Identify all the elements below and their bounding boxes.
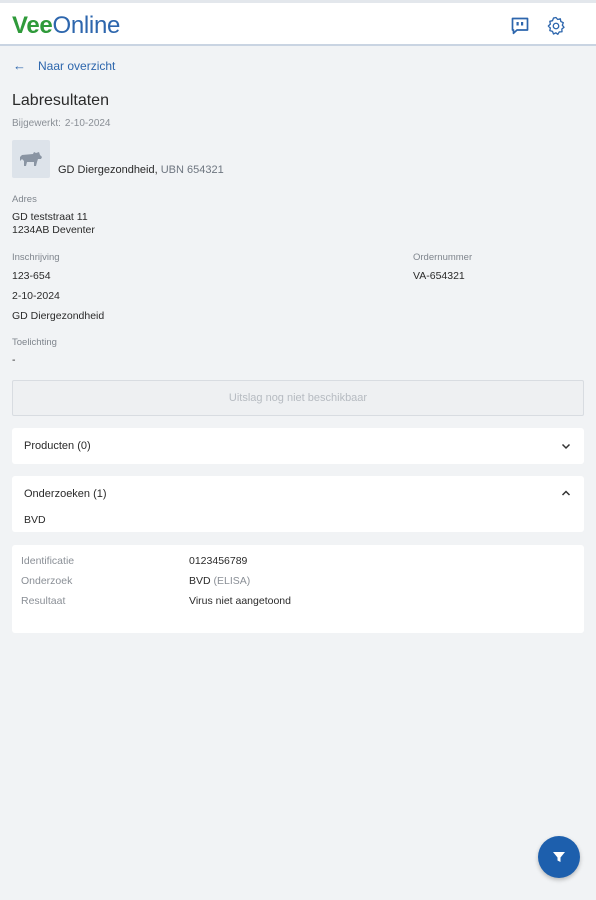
app-logo[interactable]: VeeOnline <box>12 12 120 40</box>
registration-organization: GD Diergezondheid <box>12 310 105 322</box>
studies-panel[interactable]: Onderzoeken (1) BVD <box>12 476 584 532</box>
order-label: Ordernummer <box>413 252 473 263</box>
logo-online: Online <box>52 12 121 39</box>
back-link[interactable]: ← Naar overzicht <box>13 58 115 73</box>
lab-name: GD Diergezondheid, UBN 654321 <box>58 164 224 176</box>
study-name: BVD <box>189 575 211 587</box>
filter-icon <box>553 852 565 862</box>
top-bar: VeeOnline <box>0 0 596 46</box>
products-header: Producten (0) <box>24 440 91 452</box>
lab-ubn: UBN 654321 <box>160 164 224 176</box>
cow-icon <box>12 140 50 178</box>
identification-label: Identificatie <box>21 555 75 567</box>
order-value: VA-654321 <box>413 270 465 282</box>
registration-label: Inschrijving <box>12 252 60 263</box>
study-label: Onderzoek <box>21 575 73 587</box>
chevron-up-icon <box>561 490 571 496</box>
arrow-left-icon: ← <box>13 58 26 73</box>
studies-header: Onderzoeken (1) <box>24 488 107 500</box>
registration-date: 2-10-2024 <box>12 290 60 302</box>
address-line1: GD teststraat 11 <box>12 211 88 223</box>
registration-number: 123-654 <box>12 270 51 282</box>
result-label: Resultaat <box>21 595 66 607</box>
result-unavailable-button[interactable]: Uitslag nog niet beschikbaar <box>12 380 584 416</box>
identification-value: 0123456789 <box>189 555 248 567</box>
notes-value: - <box>12 354 16 366</box>
products-panel[interactable]: Producten (0) <box>12 428 584 464</box>
gear-icon[interactable] <box>545 15 567 37</box>
result-value: Virus niet aangetoond <box>189 595 291 607</box>
filter-button[interactable] <box>538 836 580 878</box>
chevron-down-icon <box>561 443 571 450</box>
chat-icon[interactable] <box>509 15 531 37</box>
address-line2: 1234AB Deventer <box>12 224 95 236</box>
updated-label: Bijgewerkt: <box>12 118 61 129</box>
page-title: Labresultaten <box>12 92 109 109</box>
lab-name-text: GD Diergezondheid, <box>58 164 158 176</box>
study-value: BVD (ELISA) <box>189 575 250 587</box>
back-label: Naar overzicht <box>38 58 116 73</box>
study-item[interactable]: BVD <box>24 514 46 526</box>
updated-info: Bijgewerkt: 2-10-2024 <box>12 118 111 129</box>
study-method: (ELISA) <box>213 575 251 587</box>
study-detail-card: Identificatie 0123456789 Onderzoek BVD (… <box>12 545 584 633</box>
notes-label: Toelichting <box>12 337 57 348</box>
result-unavailable-label: Uitslag nog niet beschikbaar <box>228 392 368 404</box>
logo-vee: Vee <box>12 12 53 39</box>
updated-value: 2-10-2024 <box>64 118 111 129</box>
address-label: Adres <box>12 194 37 205</box>
